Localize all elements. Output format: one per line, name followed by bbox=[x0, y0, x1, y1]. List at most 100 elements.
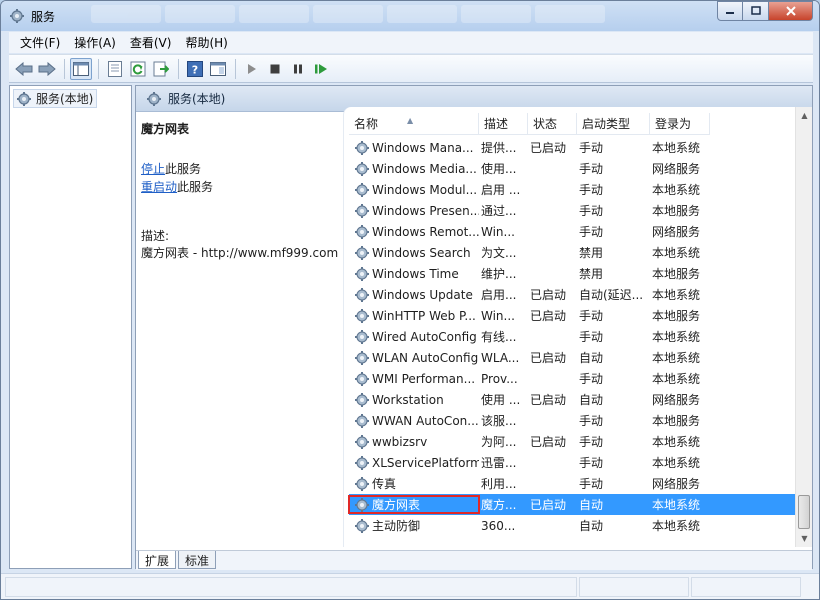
table-row[interactable]: Windows Update 启用... 已启动 自动(延迟... 本地系统 bbox=[349, 284, 799, 305]
start-service-icon[interactable] bbox=[241, 58, 263, 80]
maximize-button[interactable] bbox=[743, 1, 769, 21]
table-row[interactable]: WLAN AutoConfig WLA... 已启动 自动 本地系统 bbox=[349, 347, 799, 368]
show-hide-tree-icon[interactable] bbox=[70, 57, 92, 80]
service-name-cell: Windows Remot... bbox=[349, 224, 479, 240]
description-text: 魔方网表 - http://www.mf999.com bbox=[141, 246, 339, 260]
menu-file[interactable]: 文件(F) bbox=[13, 34, 67, 51]
service-gear-icon bbox=[355, 434, 369, 449]
restart-link-suffix: 此服务 bbox=[177, 180, 214, 194]
tree-node-services-local[interactable]: 服务(本地) bbox=[13, 89, 98, 108]
table-row[interactable]: Workstation 使用 ... 已启动 自动 网络服务 bbox=[349, 389, 799, 410]
service-description-pane: 魔方网表 停止此服务 重启动此服务 描述: 魔方网表 - http://www.… bbox=[141, 120, 341, 262]
refresh-icon[interactable] bbox=[127, 58, 149, 80]
service-startup-type: 禁用 bbox=[579, 267, 604, 281]
table-row[interactable]: Wired AutoConfig 有线... 手动 本地系统 bbox=[349, 326, 799, 347]
table-row[interactable]: wwbizsrv 为阿... 已启动 手动 本地系统 bbox=[349, 431, 799, 452]
service-name-cell: Windows Presen... bbox=[349, 203, 479, 219]
table-row[interactable]: Windows Modul... 启用 ... 手动 本地系统 bbox=[349, 179, 799, 200]
restart-service-icon[interactable] bbox=[310, 58, 332, 80]
scroll-up-icon[interactable]: ▲ bbox=[796, 107, 813, 124]
table-row[interactable]: WMI Performan... Prov... 手动 本地系统 bbox=[349, 368, 799, 389]
export-list-icon[interactable] bbox=[150, 58, 172, 80]
menu-action[interactable]: 操作(A) bbox=[67, 34, 123, 51]
status-cell bbox=[5, 577, 577, 597]
service-startup-type: 手动 bbox=[579, 477, 604, 491]
forward-icon[interactable] bbox=[36, 58, 58, 80]
service-description: 利用... bbox=[481, 477, 517, 491]
service-startup-type: 自动 bbox=[579, 519, 604, 533]
service-log-on-as: 网络服务 bbox=[652, 162, 701, 176]
column-header-name[interactable]: 名称 ▲ bbox=[349, 113, 479, 135]
column-header-description[interactable]: 描述 bbox=[479, 113, 528, 135]
service-name-cell: WinHTTP Web P... bbox=[349, 308, 479, 324]
service-name: Windows Update bbox=[372, 287, 473, 302]
service-name-cell: WMI Performan... bbox=[349, 371, 479, 387]
service-log-on-as: 网络服务 bbox=[652, 477, 701, 491]
pause-service-icon[interactable] bbox=[287, 58, 309, 80]
service-name: XLServicePlatform bbox=[372, 455, 479, 470]
service-log-on-as: 本地系统 bbox=[652, 141, 701, 155]
svg-text:?: ? bbox=[192, 63, 198, 76]
service-status: 已启动 bbox=[530, 498, 567, 512]
table-row[interactable]: Windows Time 维护... 禁用 本地服务 bbox=[349, 263, 799, 284]
service-log-on-as: 本地服务 bbox=[652, 267, 701, 281]
service-description: 360... bbox=[481, 518, 516, 533]
service-startup-type: 手动 bbox=[579, 141, 604, 155]
service-description: 为阿... bbox=[481, 435, 517, 449]
service-description: 启用... bbox=[481, 288, 517, 302]
stop-service-icon[interactable] bbox=[264, 58, 286, 80]
properties-icon[interactable] bbox=[104, 58, 126, 80]
tab-extended[interactable]: 扩展 bbox=[138, 551, 177, 569]
service-name: WLAN AutoConfig bbox=[372, 350, 479, 365]
service-name-cell: Wired AutoConfig bbox=[349, 329, 479, 345]
table-row[interactable]: Windows Presen... 通过... 手动 本地服务 bbox=[349, 200, 799, 221]
service-description: 维护... bbox=[481, 267, 517, 281]
service-name-cell: 魔方网表 bbox=[348, 495, 480, 514]
scroll-down-icon[interactable]: ▼ bbox=[796, 530, 813, 547]
service-startup-type: 自动(延迟... bbox=[579, 288, 644, 302]
status-cell bbox=[691, 577, 801, 597]
minimize-button[interactable] bbox=[717, 1, 743, 21]
service-startup-type: 自动 bbox=[579, 351, 604, 365]
service-name: Wired AutoConfig bbox=[372, 329, 477, 344]
service-startup-type: 手动 bbox=[579, 435, 604, 449]
table-row[interactable]: Windows Mana... 提供... 已启动 手动 本地系统 bbox=[349, 137, 799, 158]
service-log-on-as: 网络服务 bbox=[652, 393, 701, 407]
help-icon[interactable]: ? bbox=[184, 58, 206, 80]
table-row[interactable]: Windows Remot... Win... 手动 网络服务 bbox=[349, 221, 799, 242]
vertical-scrollbar[interactable]: ▲ ▼ bbox=[795, 107, 812, 547]
menu-view[interactable]: 查看(V) bbox=[123, 34, 179, 51]
service-gear-icon bbox=[355, 371, 369, 386]
close-button[interactable] bbox=[769, 1, 813, 21]
service-name-cell: Windows Mana... bbox=[349, 140, 479, 156]
tab-standard[interactable]: 标准 bbox=[178, 551, 217, 569]
service-startup-type: 手动 bbox=[579, 225, 604, 239]
service-log-on-as: 本地系统 bbox=[652, 498, 701, 512]
column-header-status[interactable]: 状态 bbox=[528, 113, 577, 135]
column-header-log-on-as[interactable]: 登录为 bbox=[650, 113, 710, 135]
table-row[interactable]: WinHTTP Web P... Win... 已启动 手动 本地服务 bbox=[349, 305, 799, 326]
service-status: 已启动 bbox=[530, 393, 567, 407]
table-row[interactable]: XLServicePlatform 迅雷... 手动 本地系统 bbox=[349, 452, 799, 473]
restart-service-link[interactable]: 重启动 bbox=[141, 180, 177, 194]
back-icon[interactable] bbox=[13, 58, 35, 80]
menu-help[interactable]: 帮助(H) bbox=[178, 34, 234, 51]
scrollbar-thumb[interactable] bbox=[798, 495, 810, 529]
table-row[interactable]: Windows Search 为文... 禁用 本地系统 bbox=[349, 242, 799, 263]
service-name-cell: Windows Update bbox=[349, 287, 479, 303]
services-gear-icon bbox=[17, 91, 31, 106]
service-rows: Windows Mana... 提供... 已启动 手动 本地系统 Windows Med… bbox=[348, 137, 799, 536]
menu-bar: 文件(F) 操作(A) 查看(V) 帮助(H) bbox=[9, 32, 813, 53]
background-taskbar-ghost bbox=[91, 5, 605, 25]
table-row[interactable]: Windows Media... 使用... 手动 网络服务 bbox=[349, 158, 799, 179]
column-header-startup-type[interactable]: 启动类型 bbox=[577, 113, 650, 135]
service-gear-icon bbox=[355, 329, 369, 344]
table-row-selected[interactable]: 魔方网表 魔方... 已启动 自动 本地系统 bbox=[348, 494, 799, 515]
table-row[interactable]: 传真 利用... 手动 网络服务 bbox=[349, 473, 799, 494]
window-title: 服务 bbox=[31, 10, 56, 24]
show-pane-icon[interactable] bbox=[207, 58, 229, 80]
stop-service-link[interactable]: 停止 bbox=[141, 162, 165, 176]
service-name: WMI Performan... bbox=[372, 371, 476, 386]
table-row[interactable]: 主动防御 360... 自动 本地系统 bbox=[349, 515, 799, 536]
table-row[interactable]: WWAN AutoCon... 该服... 手动 本地服务 bbox=[349, 410, 799, 431]
